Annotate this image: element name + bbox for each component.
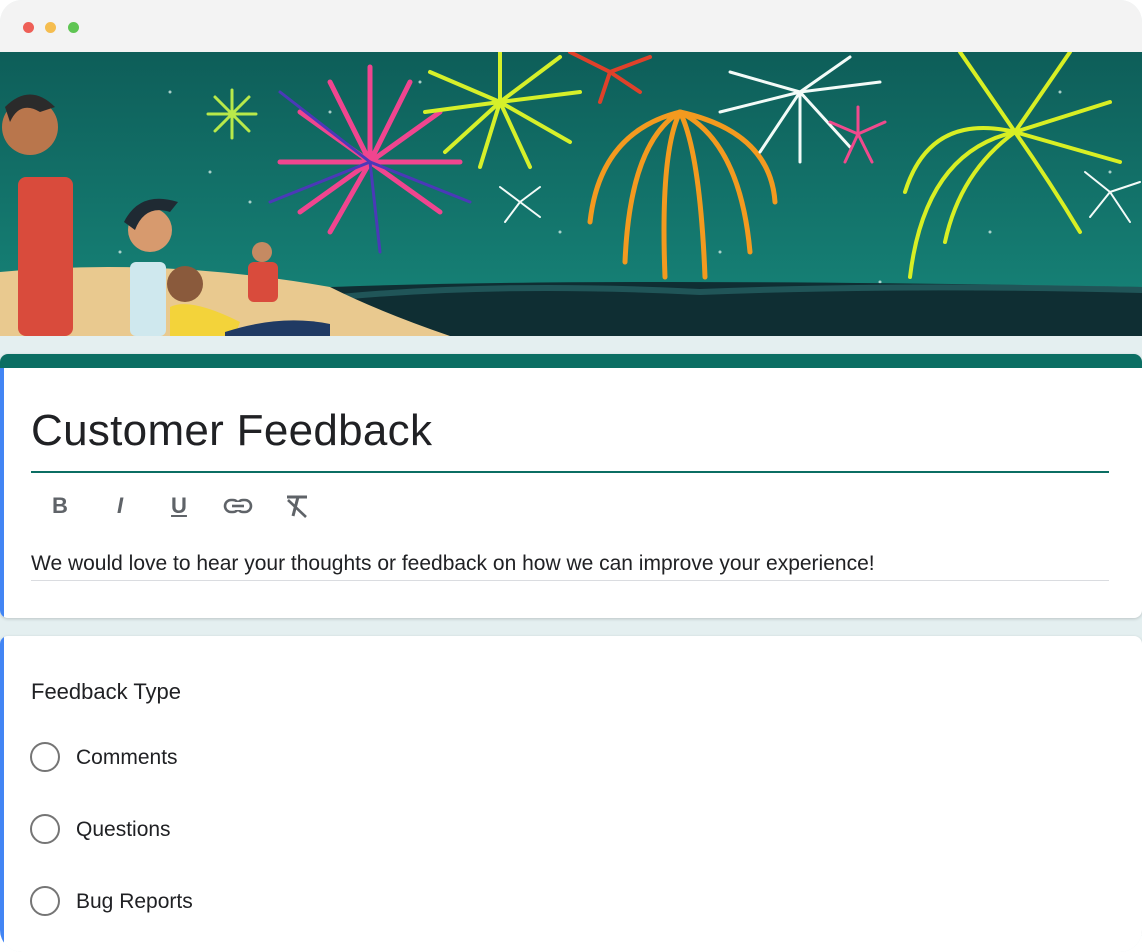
close-window-button[interactable] [23, 22, 34, 33]
description-underline [31, 580, 1109, 581]
form-title-input[interactable]: Customer Feedback [31, 403, 432, 459]
minimize-window-button[interactable] [45, 22, 56, 33]
maximize-window-button[interactable] [68, 22, 79, 33]
form-header-card [0, 354, 1142, 618]
underline-button[interactable]: U [159, 488, 199, 524]
form-accent-bar [0, 354, 1142, 368]
option-label: Questions [76, 818, 171, 841]
bold-button[interactable]: B [40, 488, 80, 524]
question-card-indicator [0, 636, 4, 952]
form-description-input[interactable]: We would love to hear your thoughts or f… [31, 550, 875, 578]
radio-button[interactable] [30, 742, 60, 772]
question-title: Feedback Type [31, 679, 182, 704]
clear-formatting-button[interactable] [277, 488, 317, 524]
header-banner-image [0, 52, 1142, 336]
insert-link-button[interactable] [218, 488, 258, 524]
link-icon [223, 498, 253, 514]
title-underline [31, 471, 1109, 473]
clear-formatting-icon [287, 495, 307, 518]
selected-card-indicator [0, 368, 4, 618]
radio-button[interactable] [30, 886, 60, 916]
window-titlebar [0, 0, 1142, 52]
italic-button[interactable]: I [100, 488, 140, 524]
option-label: Bug Reports [76, 890, 193, 913]
radio-button[interactable] [30, 814, 60, 844]
browser-window: Customer Feedback B I U We would love to… [0, 0, 1142, 952]
firework-green-small [206, 88, 258, 140]
option-label: Comments [76, 746, 178, 769]
